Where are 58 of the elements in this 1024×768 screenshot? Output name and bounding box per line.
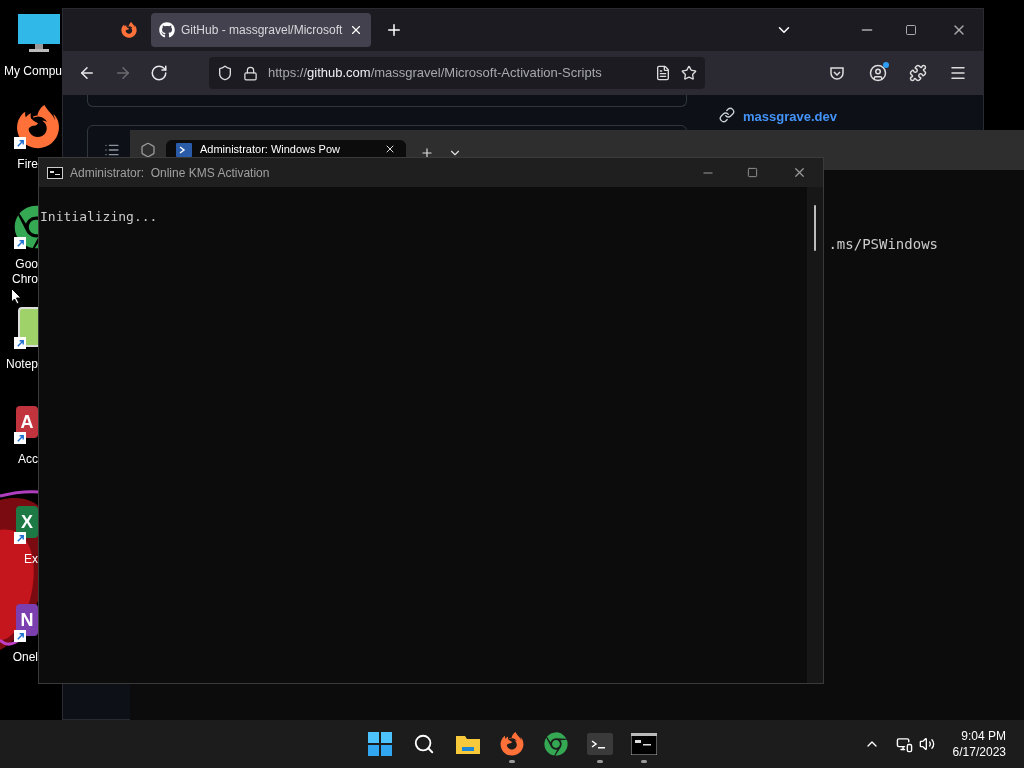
tab-title: GitHub - massgravel/Microsoft — [181, 22, 343, 39]
terminal-icon — [587, 733, 613, 755]
new-tab-icon[interactable] — [385, 21, 403, 39]
website-link[interactable]: massgrave.dev — [743, 107, 837, 127]
powershell-icon — [176, 143, 192, 157]
firefox-icon — [121, 22, 137, 38]
desktop-icon-label[interactable]: Onel — [12, 650, 38, 665]
new-tab-icon[interactable] — [420, 146, 434, 160]
url-text: https://github.com/massgravel/Microsoft-Activation-Scripts — [268, 64, 603, 83]
folder-icon — [455, 733, 481, 755]
extensions-icon[interactable] — [909, 64, 927, 82]
close-icon[interactable] — [349, 23, 363, 37]
close-icon[interactable] — [384, 143, 396, 155]
bookmark-star-icon[interactable] — [681, 65, 697, 81]
network-icon[interactable] — [895, 735, 913, 753]
maximize-icon[interactable] — [905, 24, 917, 36]
running-indicator — [597, 760, 603, 763]
window-title: Administrator: Online KMS Activation — [70, 164, 270, 182]
address-bar[interactable]: https://github.com/massgravel/Microsoft-Activation-Scripts — [209, 57, 705, 89]
maximize-icon[interactable] — [747, 167, 758, 178]
volume-icon[interactable] — [918, 736, 935, 752]
clock[interactable]: 9:04 PM 6/17/2023 — [952, 728, 1006, 760]
running-indicator — [641, 760, 647, 763]
close-icon[interactable] — [792, 165, 807, 180]
desktop-icon-label[interactable]: Notep — [5, 357, 38, 372]
lock-icon — [243, 65, 258, 81]
desktop-icon-label[interactable]: Acc — [18, 452, 38, 467]
reload-icon — [150, 64, 168, 82]
desktop-icon-label[interactable]: Chro — [12, 272, 38, 287]
console-output: Initializing... — [40, 209, 158, 224]
desktop-icon-label[interactable]: Goo — [15, 257, 38, 272]
link-icon — [719, 107, 735, 123]
scrollbar[interactable] — [807, 187, 823, 683]
windows-logo-icon — [368, 732, 392, 756]
reader-view-icon[interactable] — [655, 65, 671, 81]
chrome-icon — [544, 732, 568, 756]
console-icon — [631, 733, 657, 755]
firefox-icon — [14, 105, 62, 149]
menu-icon[interactable] — [949, 64, 967, 82]
github-icon — [159, 22, 175, 38]
running-indicator — [509, 760, 515, 763]
notepad-icon — [14, 305, 38, 349]
terminal-output: .ms/PSWindows — [828, 235, 938, 254]
mouse-pointer-icon — [11, 288, 22, 305]
account-icon[interactable] — [869, 64, 887, 82]
search-icon — [413, 733, 435, 755]
firefox-icon — [500, 732, 524, 756]
console-icon — [47, 166, 63, 179]
chrome-icon — [14, 205, 38, 249]
pocket-icon[interactable] — [829, 65, 845, 81]
tab-title: Administrator: Windows Pow — [200, 143, 341, 156]
browser-tab[interactable]: GitHub - massgravel/Microsoft — [151, 13, 371, 47]
arrow-icon — [114, 64, 132, 82]
desktop-icon-label[interactable]: My Compu — [4, 64, 62, 79]
desktop-icon-label[interactable]: Ex — [24, 552, 38, 567]
desktop-icon-label[interactable]: Fire — [17, 157, 38, 172]
list-icon[interactable] — [104, 142, 120, 158]
terminal-tab[interactable]: Administrator: Windows Pow — [166, 140, 406, 157]
